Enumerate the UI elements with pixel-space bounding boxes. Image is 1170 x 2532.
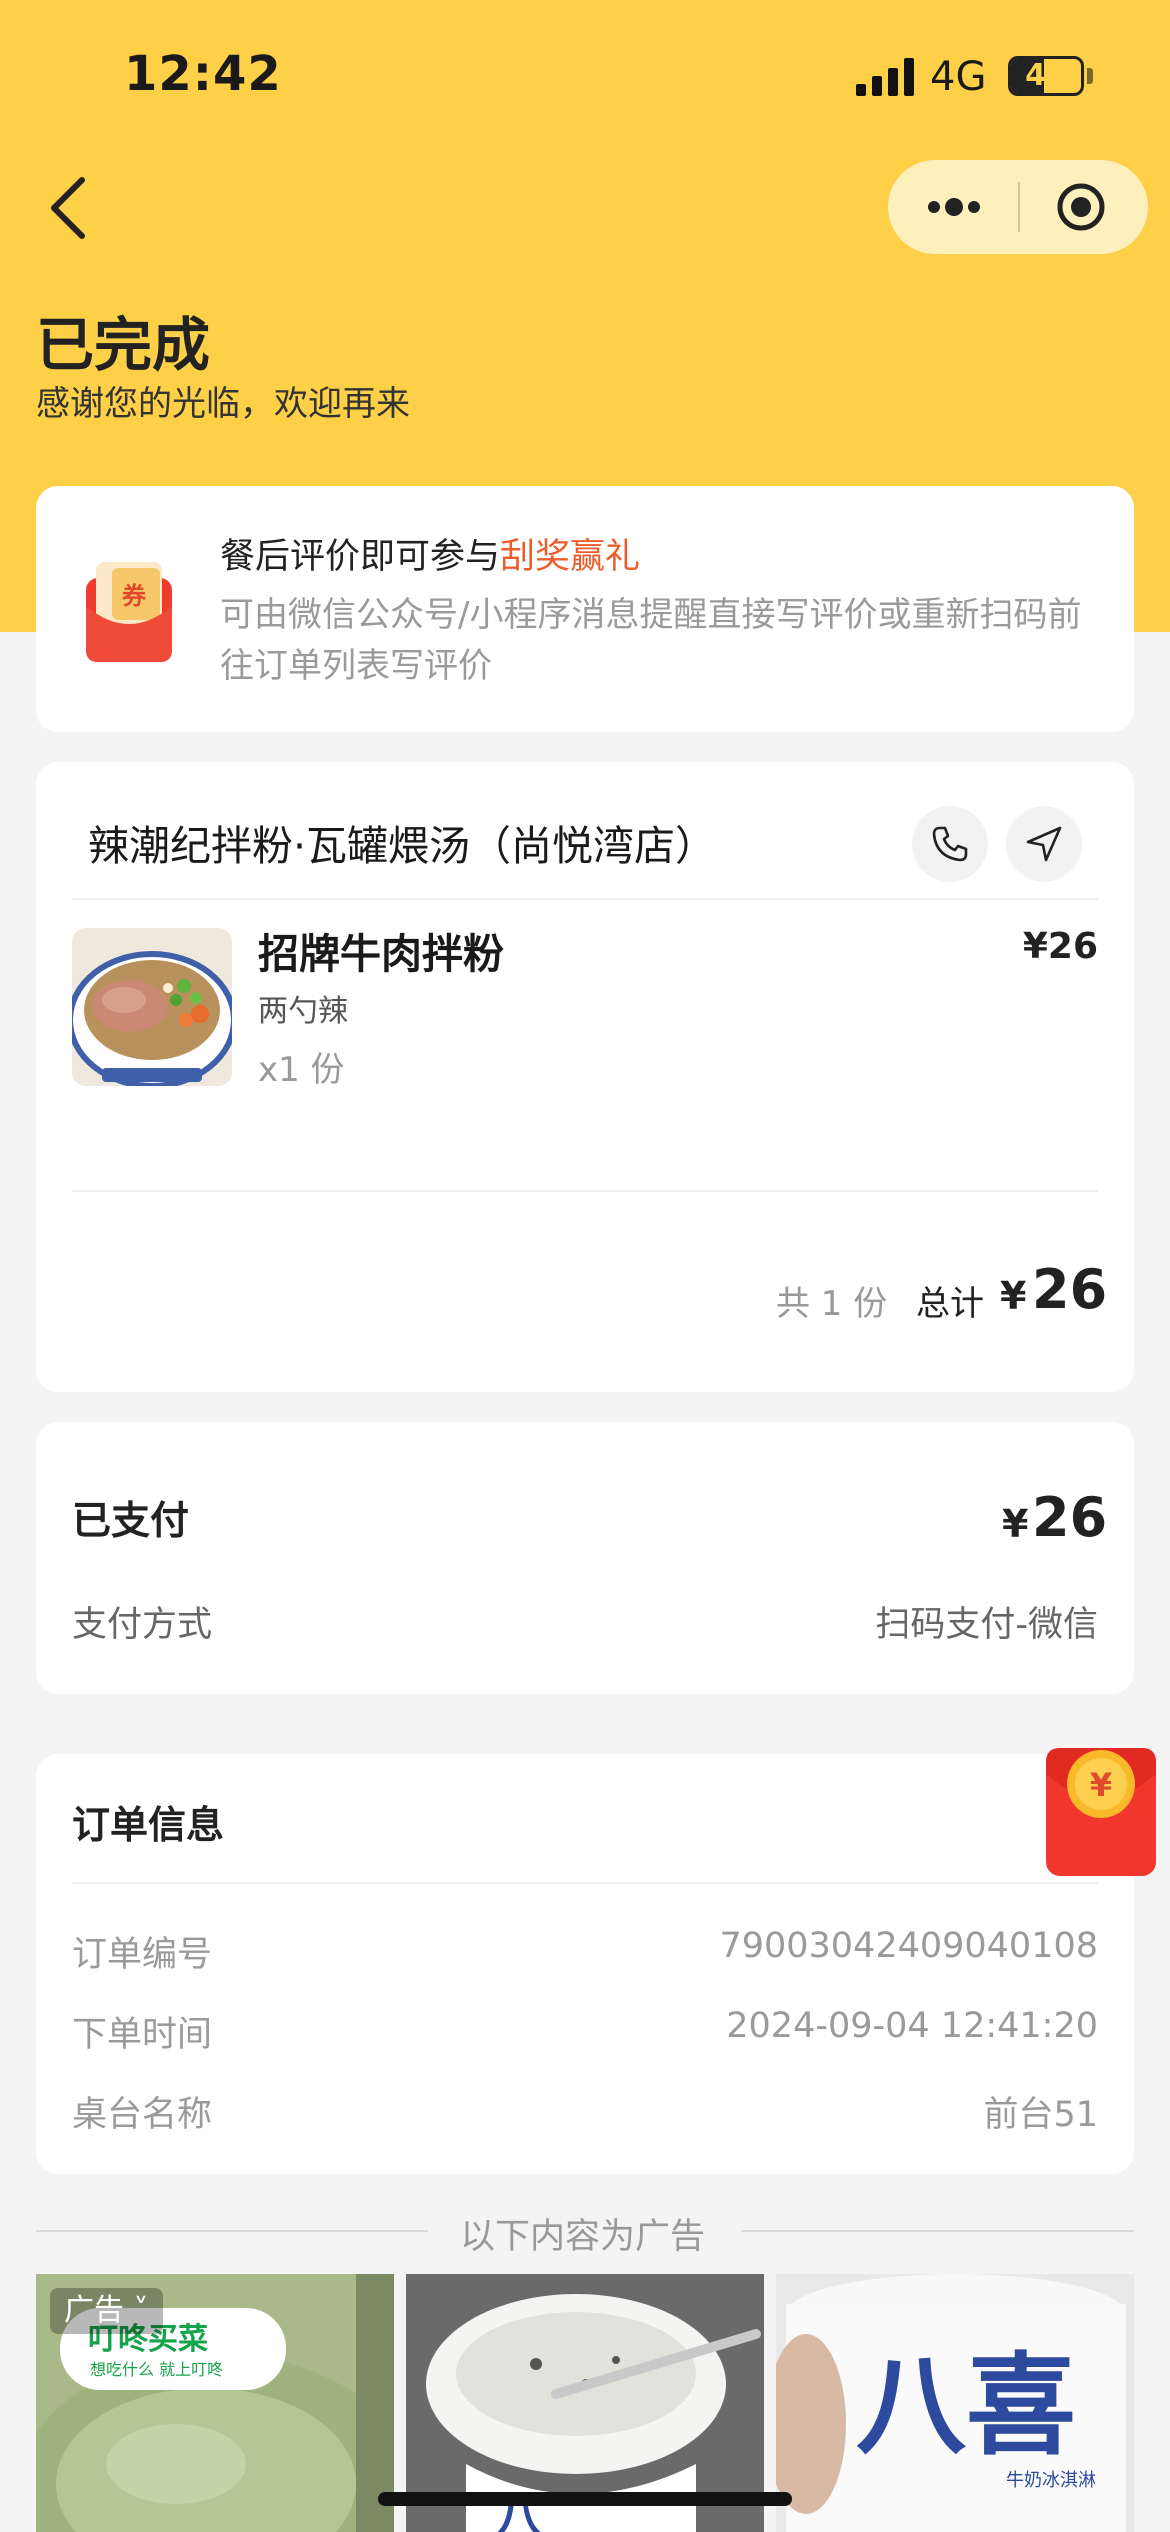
payment-card: 已支付 ¥ 26 支付方式 扫码支付-微信 — [36, 1422, 1134, 1694]
dish-name: 招牌牛肉拌粉 — [258, 930, 504, 978]
table-name-value: 前台51 — [983, 2095, 1098, 2135]
more-icon[interactable] — [924, 197, 984, 217]
dish-image — [72, 928, 232, 1086]
signal-icon — [856, 58, 916, 96]
svg-text:¥: ¥ — [1090, 1766, 1112, 1804]
coupon-text: 券 — [122, 582, 147, 610]
review-title-prefix: 餐后评价即可参与 — [220, 537, 501, 577]
paid-label: 已支付 — [72, 1499, 190, 1544]
battery-tip — [1087, 68, 1093, 84]
ad-brand-text: 八喜 — [856, 2341, 1076, 2470]
status-time: 12:42 — [124, 46, 282, 102]
page-subtitle: 感谢您的光临，欢迎再来 — [36, 384, 410, 424]
dish-quantity: x1 份 — [258, 1050, 345, 1090]
paid-amount: 26 — [1032, 1486, 1108, 1549]
total-amount: 26 — [1032, 1258, 1108, 1321]
total-currency: ¥ — [1000, 1274, 1027, 1318]
ad-separator-line — [742, 2230, 1134, 2232]
ad-separator-text: 以下内容为广告 — [460, 2217, 706, 2257]
table-name-label: 桌台名称 — [72, 2095, 213, 2135]
order-info-card: 订单信息 订单编号 79003042409040108 下单时间 2024-09… — [36, 1754, 1134, 2174]
red-packet-icon[interactable]: ¥ — [1046, 1744, 1156, 1878]
home-indicator[interactable] — [378, 2492, 792, 2506]
phone-icon — [932, 826, 968, 862]
review-title: 餐后评价即可参与刮奖赢礼 — [220, 528, 640, 579]
order-info-title: 订单信息 — [72, 1803, 225, 1847]
paid-currency: ¥ — [1002, 1502, 1029, 1546]
battery-icon: 47 — [1008, 56, 1084, 96]
payment-method-label: 支付方式 — [72, 1605, 213, 1645]
order-time-value: 2024-09-04 12:41:20 — [726, 2006, 1098, 2046]
order-number-label: 订单编号 — [72, 1935, 213, 1975]
dish-spec: 两勺辣 — [258, 994, 348, 1029]
navigate-shop-button[interactable] — [1006, 806, 1082, 882]
ad-brand-subtext: 牛奶冰淇淋 — [1006, 2470, 1096, 2491]
capsule-divider — [1018, 182, 1020, 232]
total-label: 总计 — [916, 1284, 984, 1324]
ad-logo-slogan: 想吃什么 就上叮咚 — [90, 2360, 224, 2379]
battery-level: 47 — [1025, 58, 1067, 93]
ad-badge-text: 广告 — [64, 2293, 124, 2328]
call-shop-button[interactable] — [912, 806, 988, 882]
page-title: 已完成 — [36, 311, 211, 379]
order-time-label: 下单时间 — [72, 2015, 213, 2055]
ad-tile-1[interactable]: 叮咚买菜 想吃什么 就上叮咚 广告 ˅ — [36, 2274, 394, 2532]
dish-price: ¥26 — [1022, 926, 1098, 967]
mini-program-capsule — [888, 160, 1148, 254]
shop-name[interactable]: 辣潮纪拌粉·瓦罐煨汤（尚悦湾店） — [88, 812, 716, 872]
ad-tile-3[interactable]: 八喜 牛奶冰淇淋 — [776, 2274, 1134, 2532]
divider — [72, 1190, 1098, 1192]
coupon-icon: 券 — [86, 562, 172, 662]
review-card[interactable]: 券 餐后评价即可参与刮奖赢礼 可由微信公众号/小程序消息提醒直接写评价或重新扫码… — [36, 486, 1134, 732]
review-description: 可由微信公众号/小程序消息提醒直接写评价或重新扫码前往订单列表写评价 — [220, 595, 1082, 686]
back-button[interactable] — [40, 168, 100, 248]
ad-badge[interactable]: 广告 ˅ — [50, 2288, 163, 2334]
divider — [72, 1882, 1098, 1884]
payment-method-value: 扫码支付-微信 — [875, 1605, 1098, 1645]
order-number-value[interactable]: 79003042409040108 — [719, 1926, 1098, 1966]
chevron-left-icon — [51, 177, 85, 239]
close-target-icon[interactable] — [1056, 182, 1106, 232]
order-card: 辣潮纪拌粉·瓦罐煨汤（尚悦湾店） 招牌牛肉拌粉 两勺辣 x1 份 ¥26 共 1… — [36, 762, 1134, 1392]
navigation-arrow-icon — [1026, 826, 1062, 862]
network-label: 4G — [930, 54, 987, 100]
review-title-highlight[interactable]: 刮奖赢礼 — [500, 537, 640, 577]
divider — [72, 898, 1098, 900]
ad-separator-line — [36, 2230, 428, 2232]
item-count: 共 1 份 — [776, 1284, 888, 1324]
